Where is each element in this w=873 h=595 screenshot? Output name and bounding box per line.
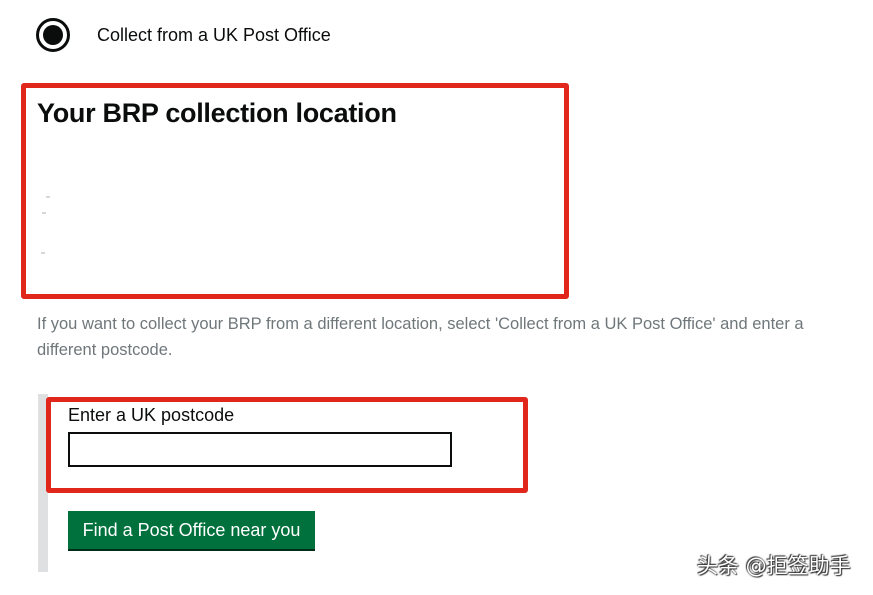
collection-hint-text: If you want to collect your BRP from a d… — [37, 315, 804, 359]
radio-option-post-office[interactable]: Collect from a UK Post Office — [36, 18, 331, 52]
postcode-label: Enter a UK postcode — [68, 405, 235, 425]
watermark-text: 头条 @拒签助手 — [697, 554, 851, 578]
redacted-address-mark — [42, 212, 46, 214]
redacted-address-mark — [41, 252, 45, 254]
redacted-address-mark — [46, 196, 50, 198]
radio-option-label: Collect from a UK Post Office — [97, 24, 331, 45]
radio-selected-dot — [43, 25, 63, 45]
postcode-input[interactable] — [68, 432, 452, 467]
location-heading: Your BRP collection location — [37, 98, 397, 128]
find-post-office-button[interactable]: Find a Post Office near you — [68, 511, 315, 549]
radio-button[interactable] — [36, 18, 70, 52]
